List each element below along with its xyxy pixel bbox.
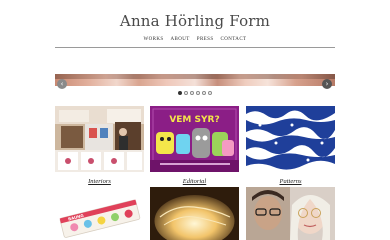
caption-interiors[interactable]: Interiors — [55, 178, 144, 185]
slider-dot-4[interactable] — [196, 91, 200, 95]
slider-dots — [0, 91, 390, 95]
slider-dot-5[interactable] — [202, 91, 206, 95]
chevron-right-icon[interactable]: › — [322, 79, 332, 89]
lamp-image — [150, 187, 239, 240]
slider-dot-6[interactable] — [208, 91, 212, 95]
slider-dot-2[interactable] — [184, 91, 188, 95]
packaging-image: BAUNG — [55, 187, 144, 240]
main-nav: WORKS ABOUT PRESS CONTACT — [0, 37, 390, 42]
nav-about[interactable]: ABOUT — [171, 37, 190, 42]
slider-dot-1[interactable] — [178, 91, 182, 95]
editorial-image: VEM SYR? — [150, 106, 239, 172]
hero-slider[interactable] — [55, 74, 335, 86]
gallery-item-packaging[interactable]: BAUNG — [55, 187, 144, 240]
patterns-image — [246, 106, 335, 172]
nav-contact[interactable]: CONTACT — [221, 37, 247, 42]
gallery-item-portrait[interactable] — [246, 187, 335, 240]
hero-image-faces — [55, 74, 335, 79]
caption-editorial[interactable]: Editorial — [150, 178, 239, 185]
slider-dot-3[interactable] — [190, 91, 194, 95]
portrait-image — [246, 187, 335, 240]
nav-works[interactable]: WORKS — [143, 37, 163, 42]
gallery-item-editorial[interactable]: VEM SYR? — [150, 106, 239, 172]
chevron-left-icon[interactable]: ‹ — [57, 79, 67, 89]
gallery-item-interiors[interactable] — [55, 106, 144, 172]
gallery-item-patterns[interactable] — [246, 106, 335, 172]
gallery-item-lamp[interactable] — [150, 187, 239, 240]
editorial-artwork-text: VEM SYR? — [169, 115, 219, 125]
interiors-image — [55, 106, 144, 172]
site-title[interactable]: Anna Hörling Form — [0, 12, 390, 30]
nav-press[interactable]: PRESS — [197, 37, 214, 42]
header-divider — [55, 47, 335, 48]
caption-patterns[interactable]: Patterns — [246, 178, 335, 185]
